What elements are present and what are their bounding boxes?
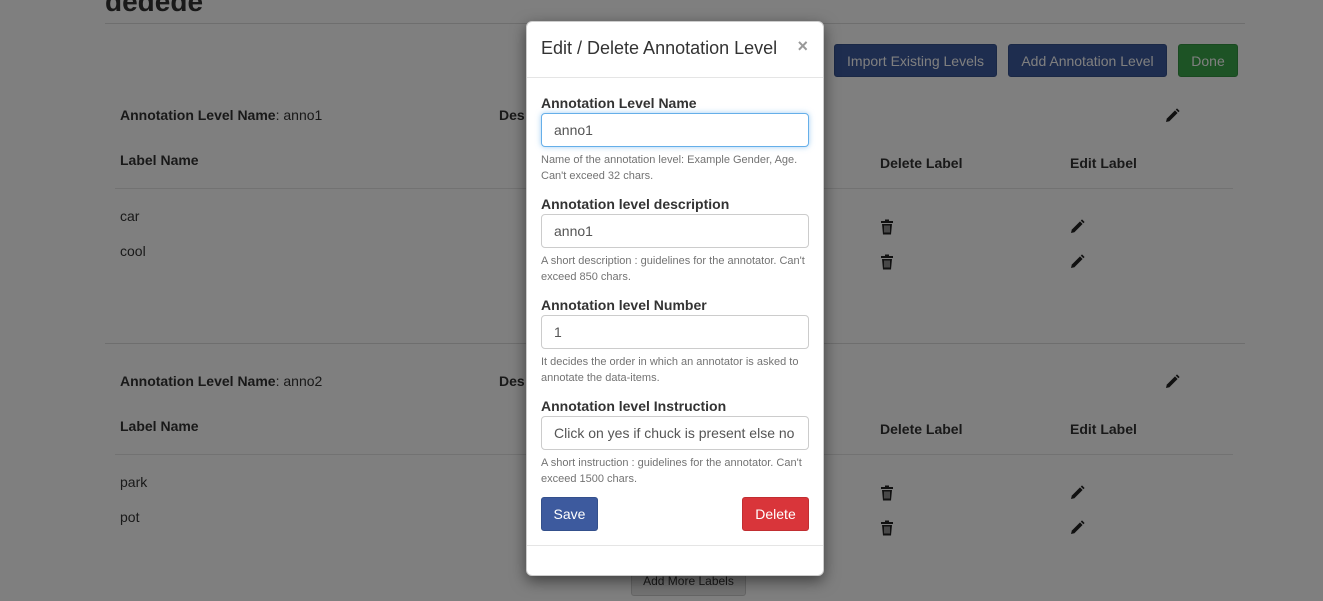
annotation-level-number-label: Annotation level Number — [541, 297, 707, 313]
annotation-level-name-input[interactable] — [541, 113, 809, 147]
annotation-level-name-label: Annotation Level Name — [541, 95, 697, 111]
save-button[interactable]: Save — [541, 497, 598, 531]
annotation-level-number-input[interactable] — [541, 315, 809, 349]
annotation-level-name-help: Name of the annotation level: Example Ge… — [541, 154, 798, 182]
modal-title: Edit / Delete Annotation Level — [541, 38, 778, 58]
annotation-level-description-help: A short description : guidelines for the… — [541, 255, 805, 283]
annotation-level-number-help: It decides the order in which an annotat… — [541, 356, 799, 384]
annotation-level-instruction-input[interactable] — [541, 416, 809, 450]
annotation-level-description-input[interactable] — [541, 214, 809, 248]
annotation-level-instruction-help: A short instruction : guidelines for the… — [541, 457, 802, 485]
annotation-level-instruction-label: Annotation level Instruction — [541, 398, 727, 414]
close-icon[interactable]: × — [797, 36, 808, 57]
modal-header: Edit / Delete Annotation Level × — [527, 22, 823, 78]
delete-button[interactable]: Delete — [742, 497, 809, 531]
modal-footer-divider — [527, 545, 823, 546]
annotation-level-description-label: Annotation level description — [541, 196, 730, 212]
edit-annotation-level-modal: Edit / Delete Annotation Level × Annotat… — [526, 21, 824, 576]
